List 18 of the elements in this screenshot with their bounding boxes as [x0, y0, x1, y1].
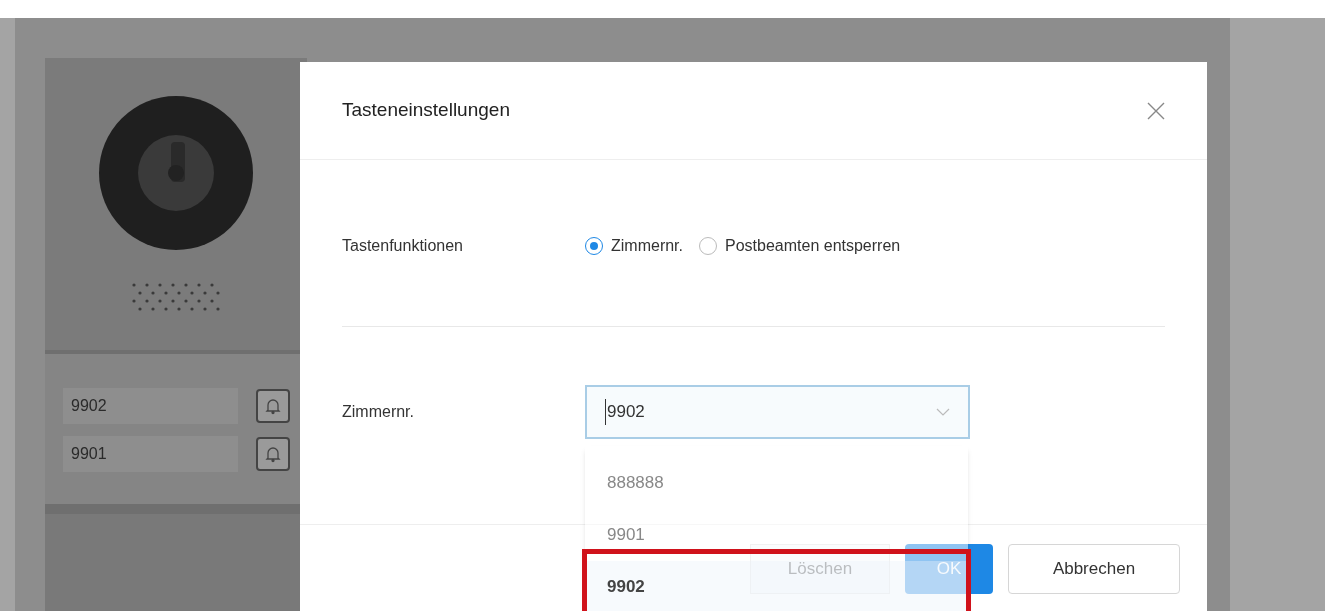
call-button[interactable] — [256, 437, 290, 471]
name-tag: 9902 — [63, 388, 238, 424]
call-button[interactable] — [256, 389, 290, 423]
chevron-down-icon — [936, 408, 950, 416]
dropdown-option[interactable]: 888888 — [599, 466, 672, 500]
dropdown-option[interactable]: 9902 — [599, 570, 653, 604]
close-icon[interactable] — [1147, 101, 1165, 120]
dialog-button[interactable]: Abbrechen — [1008, 544, 1180, 594]
room-number-select[interactable]: 9902 — [585, 385, 970, 439]
radio-option[interactable]: Postbeamten entsperren — [699, 234, 901, 258]
dropdown-option[interactable]: 9901 — [599, 518, 653, 552]
bell-icon — [265, 445, 281, 463]
field-label: Zimmernr. — [342, 402, 415, 422]
field-label: Tastenfunktionen — [342, 236, 464, 256]
bell-icon — [265, 397, 281, 415]
dialog-title: Tasteneinstellungen — [342, 98, 510, 123]
name-tag: 9901 — [63, 436, 238, 472]
radio-option[interactable]: Zimmernr. — [585, 234, 683, 258]
